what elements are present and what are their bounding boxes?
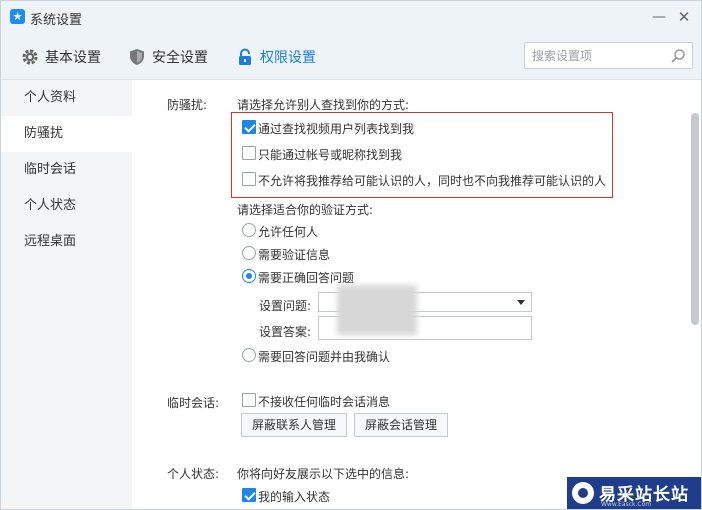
- sidebar-item-personal-status[interactable]: 个人状态: [1, 188, 132, 224]
- section-label-personal-status: 个人状态:: [167, 467, 220, 481]
- tab-label: 权限设置: [260, 50, 316, 66]
- sidebar: 个人资料 防骚扰 临时会话 个人状态 远程桌面: [1, 80, 132, 509]
- gear-icon: [22, 49, 38, 65]
- search-icon[interactable]: [670, 48, 686, 64]
- answer-label: 设置答案:: [259, 325, 312, 339]
- verify-method-prompt: 请选择适合你的验证方式:: [237, 203, 374, 217]
- option-label: 需要验证信息: [258, 248, 331, 262]
- option-label: 需要正确回答问题: [258, 271, 355, 285]
- settings-content: 防骚扰: 请选择允许别人查找到你的方式: 通过查找视频用户列表找到我 只能通过帐…: [132, 80, 701, 509]
- tab-label: 安全设置: [152, 50, 208, 66]
- chevron-down-icon: [517, 300, 525, 305]
- find-method-prompt: 请选择允许别人查找到你的方式:: [237, 98, 410, 112]
- radio-require-verification[interactable]: [242, 246, 256, 260]
- tab-security-settings[interactable]: 安全设置: [128, 35, 208, 79]
- radio-allow-anyone[interactable]: [242, 223, 256, 237]
- title-bar: ★ 系统设置 — ✕: [1, 1, 701, 35]
- close-button[interactable]: ✕: [674, 7, 694, 27]
- block-sessions-button[interactable]: 屏蔽会话管理: [354, 413, 448, 437]
- app-star-icon: ★: [10, 9, 25, 24]
- option-label: 我的输入状态: [258, 490, 331, 504]
- radio-answer-and-confirm[interactable]: [242, 348, 256, 362]
- window-title: 系统设置: [30, 13, 83, 28]
- settings-tabbar: 基本设置 安全设置 权限设置: [1, 35, 701, 80]
- search-input[interactable]: [532, 47, 662, 65]
- sidebar-item-profile[interactable]: 个人资料: [1, 80, 132, 116]
- checkbox-typing-status[interactable]: [242, 488, 256, 502]
- radio-require-answer[interactable]: [242, 269, 256, 283]
- sidebar-item-remote-desktop[interactable]: 远程桌面: [1, 224, 132, 260]
- section-label-anti-harassment: 防骚扰:: [167, 98, 208, 112]
- option-label: 只能通过帐号或昵称找到我: [258, 148, 403, 162]
- question-label: 设置问题:: [259, 299, 312, 313]
- checkbox-no-recommend[interactable]: [242, 172, 256, 186]
- lock-icon: [239, 48, 251, 65]
- option-label: 不允许将我推荐给可能认识的人，同时也不向我推荐可能认识的人: [258, 174, 607, 188]
- checkbox-find-by-video-list[interactable]: [242, 120, 256, 134]
- blurred-content: [337, 285, 417, 335]
- option-label: 通过查找视频用户列表找到我: [258, 122, 415, 136]
- settings-window: ★ 系统设置 — ✕ 基本设置 安全设置 权限设置 搜索设置项 个人资料 防骚扰…: [0, 0, 702, 510]
- option-label: 不接收任何临时会话消息: [258, 395, 391, 409]
- tab-permission-settings[interactable]: 权限设置: [236, 35, 316, 79]
- section-label-temp-session: 临时会话:: [167, 396, 220, 410]
- option-label: 需要回答问题并由我确认: [258, 350, 391, 364]
- block-contacts-button[interactable]: 屏蔽联系人管理: [241, 413, 347, 437]
- tab-basic-settings[interactable]: 基本设置: [21, 35, 101, 79]
- shield-icon: [130, 49, 144, 65]
- minimize-button[interactable]: —: [649, 7, 669, 27]
- watermark-icon: [572, 482, 594, 504]
- status-prompt: 你将向好友展示以下选中的信息:: [237, 467, 410, 481]
- search-box: [524, 42, 693, 69]
- tab-label: 基本设置: [45, 50, 101, 66]
- sidebar-item-temp-session[interactable]: 临时会话: [1, 152, 132, 188]
- option-label: 允许任何人: [258, 225, 319, 239]
- watermark-subtext: Www.Easck.Com: [601, 501, 652, 508]
- checkbox-reject-temp-messages[interactable]: [242, 393, 256, 407]
- sidebar-item-anti-harassment[interactable]: 防骚扰: [1, 116, 132, 152]
- vertical-scrollbar[interactable]: [691, 113, 699, 325]
- checkbox-find-by-account-only[interactable]: [242, 146, 256, 160]
- watermark-logo: 易采站长站 Www.Easck.Com: [567, 477, 701, 509]
